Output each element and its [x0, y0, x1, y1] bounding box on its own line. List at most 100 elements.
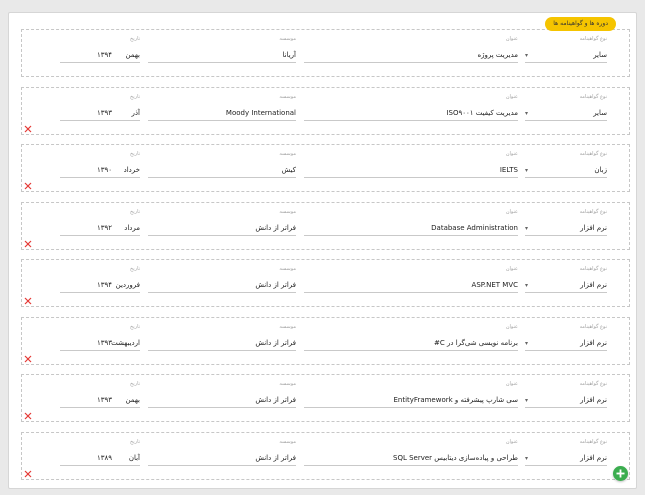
institution-value: آریانا — [148, 48, 296, 63]
certificate-type-label: نوع گواهینامه — [579, 438, 607, 445]
certificate-row: نوع گواهینامه نرم افزار ▾ عنوان طراحی و پیاد… — [21, 431, 630, 480]
caret-down-icon: ▾ — [525, 109, 529, 117]
institution-input[interactable]: موسسه فراتر از دانش — [148, 381, 296, 409]
date-year-input[interactable]: ۱۳۹۳ — [60, 331, 112, 359]
certificate-title-value: مدیریت پروژه — [304, 48, 518, 63]
close-icon[interactable] — [24, 355, 32, 363]
certificate-type-label: نوع گواهینامه — [579, 36, 607, 42]
institution-input[interactable]: موسسه آریانا — [148, 36, 296, 64]
certificates-panel: دوره ها و گواهینامه ها نوع گواهینامه سایر… — [8, 12, 637, 489]
date-year-input[interactable]: ۱۳۹۴ — [60, 273, 112, 301]
close-icon[interactable] — [24, 240, 32, 248]
date-label: تاریخ — [130, 93, 140, 100]
certificate-type-select[interactable]: نوع گواهینامه زبان ▾ — [525, 151, 607, 179]
certificate-type-value: نرم افزار — [525, 393, 607, 408]
caret-down-icon: ▾ — [525, 282, 529, 289]
institution-label: موسسه — [279, 93, 296, 100]
institution-label: موسسه — [279, 381, 296, 387]
close-icon[interactable] — [24, 182, 32, 190]
institution-label: موسسه — [279, 323, 296, 330]
certificate-type-label: نوع گواهینامه — [579, 208, 607, 215]
certificate-title-input[interactable]: عنوان IELTS — [304, 151, 518, 179]
certificate-title-input[interactable]: عنوان Database Administration — [304, 209, 518, 237]
close-icon[interactable] — [24, 297, 32, 305]
institution-label: موسسه — [279, 266, 296, 272]
certificate-type-select[interactable]: نوع گواهینامه نرم افزار ▾ — [525, 381, 607, 409]
institution-value: فراتر از دانش — [148, 451, 296, 466]
certificate-title-label: عنوان — [505, 381, 518, 387]
institution-input[interactable]: موسسه فراتر از دانش — [148, 209, 296, 237]
date-year-input[interactable]: ۱۳۹۲ — [60, 216, 112, 244]
caret-down-icon: ▾ — [525, 167, 529, 174]
certificate-row: نوع گواهینامه نرم افزار ▾ عنوان سی شارپ پیشر… — [21, 374, 630, 422]
certificate-title-value: سی شارپ پیشرفته و EntityFramework — [304, 393, 518, 408]
date-label: تاریخ — [130, 36, 140, 42]
date-label: تاریخ — [130, 208, 140, 215]
date-year-input[interactable]: ۱۳۹۳ — [60, 101, 112, 129]
certificate-title-value: برنامه نویسی شی‌گرا در C# — [304, 336, 518, 351]
certificate-title-value: Database Administration — [304, 221, 518, 236]
certificate-title-value: طراحی و پیاده‌سازی دیتابیس SQL Server — [304, 451, 518, 466]
caret-down-icon: ▾ — [525, 224, 529, 232]
institution-input[interactable]: موسسه فراتر از دانش — [148, 266, 296, 294]
date-year-value: ۱۳۹۰ — [60, 163, 112, 178]
certificate-type-select[interactable]: نوع گواهینامه سایر ▾ — [525, 94, 607, 122]
close-icon[interactable] — [24, 125, 32, 133]
institution-label: موسسه — [279, 208, 296, 215]
certificate-type-label: نوع گواهینامه — [579, 93, 607, 100]
institution-input[interactable]: موسسه فراتر از دانش — [148, 324, 296, 352]
date-year-input[interactable]: ۱۳۹۴ — [60, 43, 112, 71]
certificate-type-select[interactable]: نوع گواهینامه نرم افزار ▾ — [525, 324, 607, 352]
certificate-title-input[interactable]: عنوان ASP.NET MVC — [304, 266, 518, 294]
close-icon[interactable] — [24, 412, 32, 420]
institution-label: موسسه — [279, 151, 296, 157]
date-year-value: ۱۳۹۲ — [60, 221, 112, 236]
institution-input[interactable]: موسسه کیش — [148, 151, 296, 179]
certificate-type-value: نرم افزار — [525, 221, 607, 236]
certificate-title-label: عنوان — [505, 93, 518, 100]
certificate-title-input[interactable]: عنوان مدیریت کیفیت ISO۹۰۰۱ — [304, 94, 518, 122]
certificate-row: نوع گواهینامه نرم افزار ▾ عنوان ASP.NET MVC م… — [21, 259, 630, 307]
certificate-title-input[interactable]: عنوان طراحی و پیاده‌سازی دیتابیس SQL Serv… — [304, 439, 518, 467]
certificate-type-label: نوع گواهینامه — [579, 381, 607, 387]
institution-value: کیش — [148, 163, 296, 178]
add-entry-button[interactable] — [613, 466, 628, 481]
institution-value: فراتر از دانش — [148, 221, 296, 236]
institution-label: موسسه — [279, 438, 296, 445]
date-year-value: ۱۳۹۳ — [60, 336, 112, 351]
institution-value: فراتر از دانش — [148, 336, 296, 351]
certificate-row: نوع گواهینامه نرم افزار ▾ عنوان Database Adm… — [21, 201, 630, 250]
date-year-input[interactable]: ۱۳۸۹ — [60, 446, 112, 474]
certificate-type-value: نرم افزار — [525, 336, 607, 351]
certificate-title-input[interactable]: عنوان برنامه نویسی شی‌گرا در C# — [304, 324, 518, 352]
certificate-type-select[interactable]: نوع گواهینامه نرم افزار ▾ — [525, 209, 607, 237]
institution-label: موسسه — [279, 36, 296, 42]
close-icon[interactable] — [24, 470, 32, 478]
certificate-type-value: سایر — [525, 106, 607, 121]
date-year-value: ۱۳۸۹ — [60, 451, 112, 466]
date-year-value: ۱۳۹۴ — [60, 278, 112, 293]
certificate-type-select[interactable]: نوع گواهینامه نرم افزار ▾ — [525, 439, 607, 467]
certificate-title-input[interactable]: عنوان مدیریت پروژه — [304, 36, 518, 64]
institution-input[interactable]: موسسه فراتر از دانش — [148, 439, 296, 467]
certificate-type-select[interactable]: نوع گواهینامه نرم افزار ▾ — [525, 266, 607, 294]
caret-down-icon: ▾ — [525, 397, 529, 404]
certificate-type-value: زبان — [525, 163, 607, 178]
date-label: تاریخ — [130, 438, 140, 445]
date-year-input[interactable]: ۱۳۹۳ — [60, 388, 112, 416]
certificate-type-select[interactable]: نوع گواهینامه سایر ▾ — [525, 36, 607, 64]
certificate-row: نوع گواهینامه نرم افزار ▾ عنوان برنامه نویسی… — [21, 316, 630, 365]
plus-icon — [616, 469, 625, 478]
certificate-title-label: عنوان — [505, 266, 518, 272]
certificate-type-label: نوع گواهینامه — [579, 151, 607, 157]
institution-input[interactable]: موسسه Moody International — [148, 94, 296, 122]
certificate-title-label: عنوان — [505, 36, 518, 42]
date-year-input[interactable]: ۱۳۹۰ — [60, 158, 112, 186]
date-year-value: ۱۳۹۴ — [60, 48, 112, 63]
certificate-title-value: ASP.NET MVC — [304, 278, 518, 293]
certificate-title-label: عنوان — [505, 208, 518, 215]
date-label: تاریخ — [130, 266, 140, 272]
institution-value: فراتر از دانش — [148, 393, 296, 408]
certificate-type-label: نوع گواهینامه — [579, 323, 607, 330]
certificate-title-input[interactable]: عنوان سی شارپ پیشرفته و EntityFramework — [304, 381, 518, 409]
